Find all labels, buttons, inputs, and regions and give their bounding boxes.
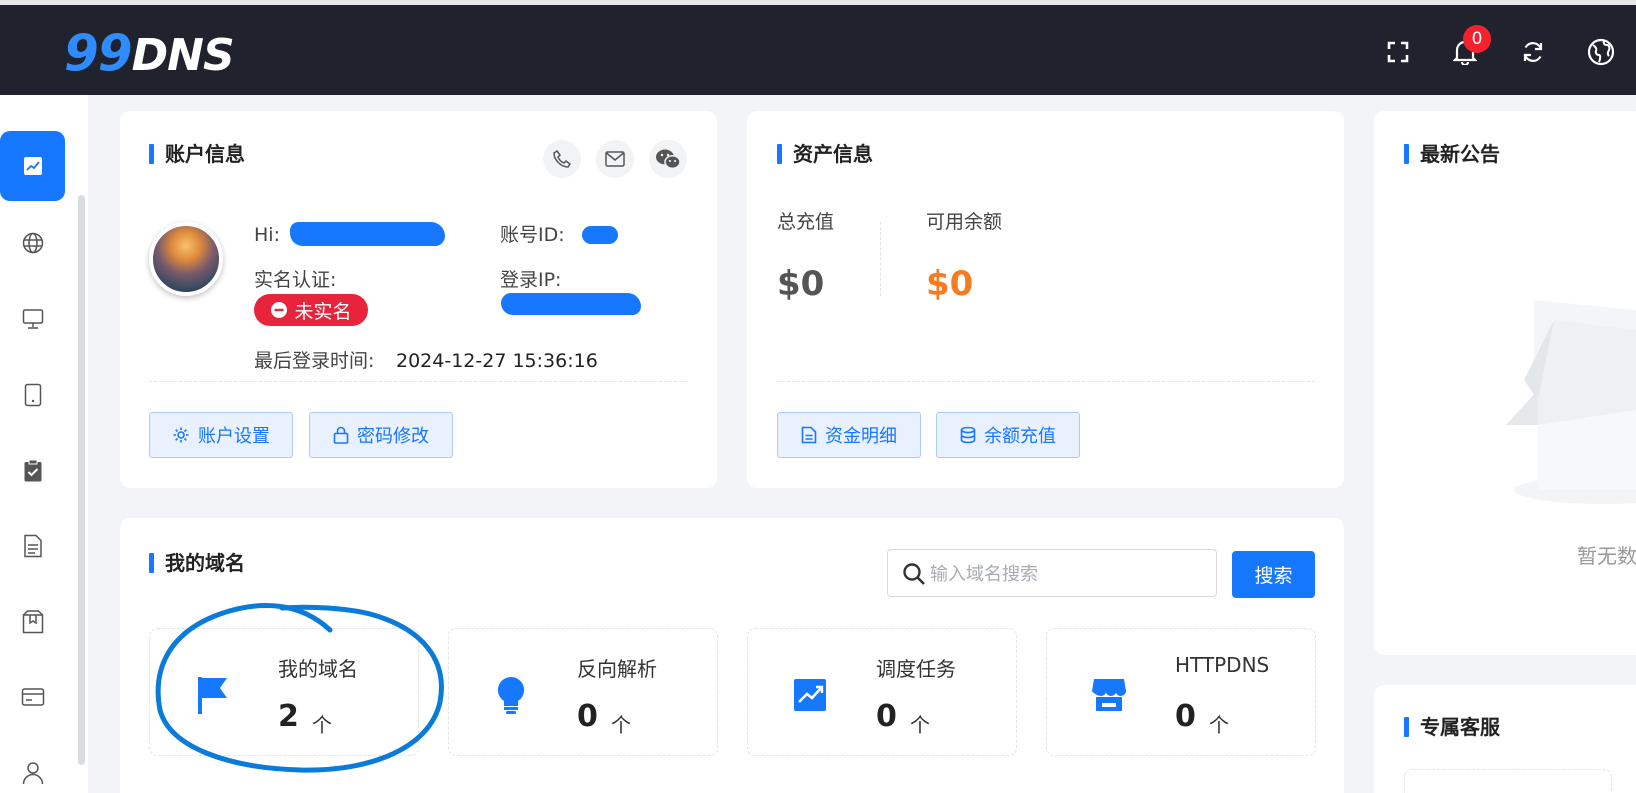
phone-button[interactable]: [543, 140, 581, 178]
sidebar-item-domains[interactable]: [0, 208, 65, 278]
account-divider: [149, 381, 687, 382]
sidebar-item-mobile[interactable]: [0, 360, 65, 430]
search-icon: [903, 563, 925, 585]
notice-empty-text: 暂无数: [1577, 544, 1636, 568]
search-button[interactable]: 搜索: [1232, 551, 1315, 598]
sidebar-scrollbar[interactable]: [78, 195, 85, 765]
empty-box-illustration: [1506, 300, 1636, 504]
sidebar: [0, 95, 88, 793]
assets-divider: [777, 381, 1315, 382]
stat-reverse-resolution[interactable]: 反向解析 0 个: [448, 628, 718, 756]
sidebar-item-monitor[interactable]: [0, 284, 65, 354]
account-id-label: 账号ID:: [500, 224, 565, 246]
database-icon: [960, 426, 976, 444]
available-balance-label: 可用余额: [926, 211, 1003, 233]
sidebar-item-tasks[interactable]: [0, 436, 65, 506]
sidebar-item-packages[interactable]: [0, 587, 65, 657]
available-balance-value: $0: [926, 264, 974, 304]
account-settings-button[interactable]: 账户设置: [149, 412, 293, 458]
minus-circle-icon: [271, 302, 288, 318]
realname-status-badge[interactable]: 未实名: [254, 294, 368, 326]
sidebar-item-billing[interactable]: [0, 662, 65, 732]
total-recharge-value: $0: [777, 264, 825, 304]
stat-httpdns[interactable]: HTTPDNS 0 个: [1046, 628, 1316, 756]
sidebar-item-documents[interactable]: [0, 511, 65, 581]
gear-icon: [173, 427, 189, 443]
domains-card-title: 我的域名: [149, 551, 245, 575]
redacted-account-id: [582, 226, 618, 244]
notice-card-title: 最新公告: [1404, 142, 1500, 166]
account-card-title: 账户信息: [149, 142, 245, 166]
lock-icon: [333, 426, 349, 444]
globe-icon[interactable]: [1584, 35, 1618, 69]
assets-vertical-divider: [880, 222, 881, 296]
service-contact-box: [1404, 769, 1612, 793]
email-button[interactable]: [596, 140, 634, 178]
lightbulb-icon: [491, 675, 531, 715]
wechat-icon: [656, 149, 681, 170]
last-login-value: 2024-12-27 15:36:16: [396, 350, 598, 372]
monitor-icon: [22, 309, 43, 329]
login-ip-label: 登录IP:: [500, 269, 562, 291]
assets-card-title: 资产信息: [777, 142, 873, 166]
package-icon: [22, 610, 43, 634]
credit-card-icon: [21, 688, 44, 706]
phone-icon: [553, 149, 572, 168]
top-header: 99DNS 0: [0, 0, 1636, 95]
dashboard-chart-icon: [23, 157, 42, 175]
clipboard-check-icon: [24, 459, 41, 482]
notification-badge: 0: [1463, 25, 1491, 53]
document-icon: [23, 534, 42, 558]
stat-scheduling-tasks[interactable]: 调度任务 0 个: [747, 628, 1017, 756]
flag-icon: [192, 675, 232, 715]
user-icon: [22, 762, 43, 785]
last-login-label: 最后登录时间:: [254, 350, 375, 372]
avatar[interactable]: [149, 222, 223, 296]
realname-status-text: 未实名: [294, 300, 352, 323]
service-card-title: 专属客服: [1404, 715, 1500, 739]
change-password-button[interactable]: 密码修改: [309, 412, 453, 458]
mail-icon: [605, 151, 625, 167]
sidebar-item-dashboard[interactable]: [0, 131, 65, 201]
hi-label: Hi:: [254, 224, 280, 246]
trend-chart-icon: [790, 675, 830, 715]
stat-my-domains[interactable]: 我的域名 2 个: [149, 628, 419, 756]
domain-search-input[interactable]: [930, 560, 1210, 588]
file-text-icon: [801, 426, 817, 444]
globe-icon: [22, 232, 43, 254]
balance-recharge-button[interactable]: 余额充值: [936, 412, 1080, 458]
redacted-login-ip: [501, 293, 641, 315]
redacted-username: [290, 222, 445, 246]
refresh-icon[interactable]: [1516, 35, 1550, 69]
fullscreen-icon[interactable]: [1381, 35, 1415, 69]
logo[interactable]: 99DNS: [64, 25, 235, 84]
realname-label: 实名认证:: [254, 269, 337, 291]
tablet-icon: [24, 383, 41, 407]
storefront-icon: [1089, 675, 1129, 715]
sidebar-item-user[interactable]: [0, 738, 65, 793]
fund-details-button[interactable]: 资金明细: [777, 412, 921, 458]
domain-search-box: [887, 549, 1217, 597]
wechat-button[interactable]: [649, 140, 687, 178]
total-recharge-label: 总充值: [777, 211, 835, 233]
